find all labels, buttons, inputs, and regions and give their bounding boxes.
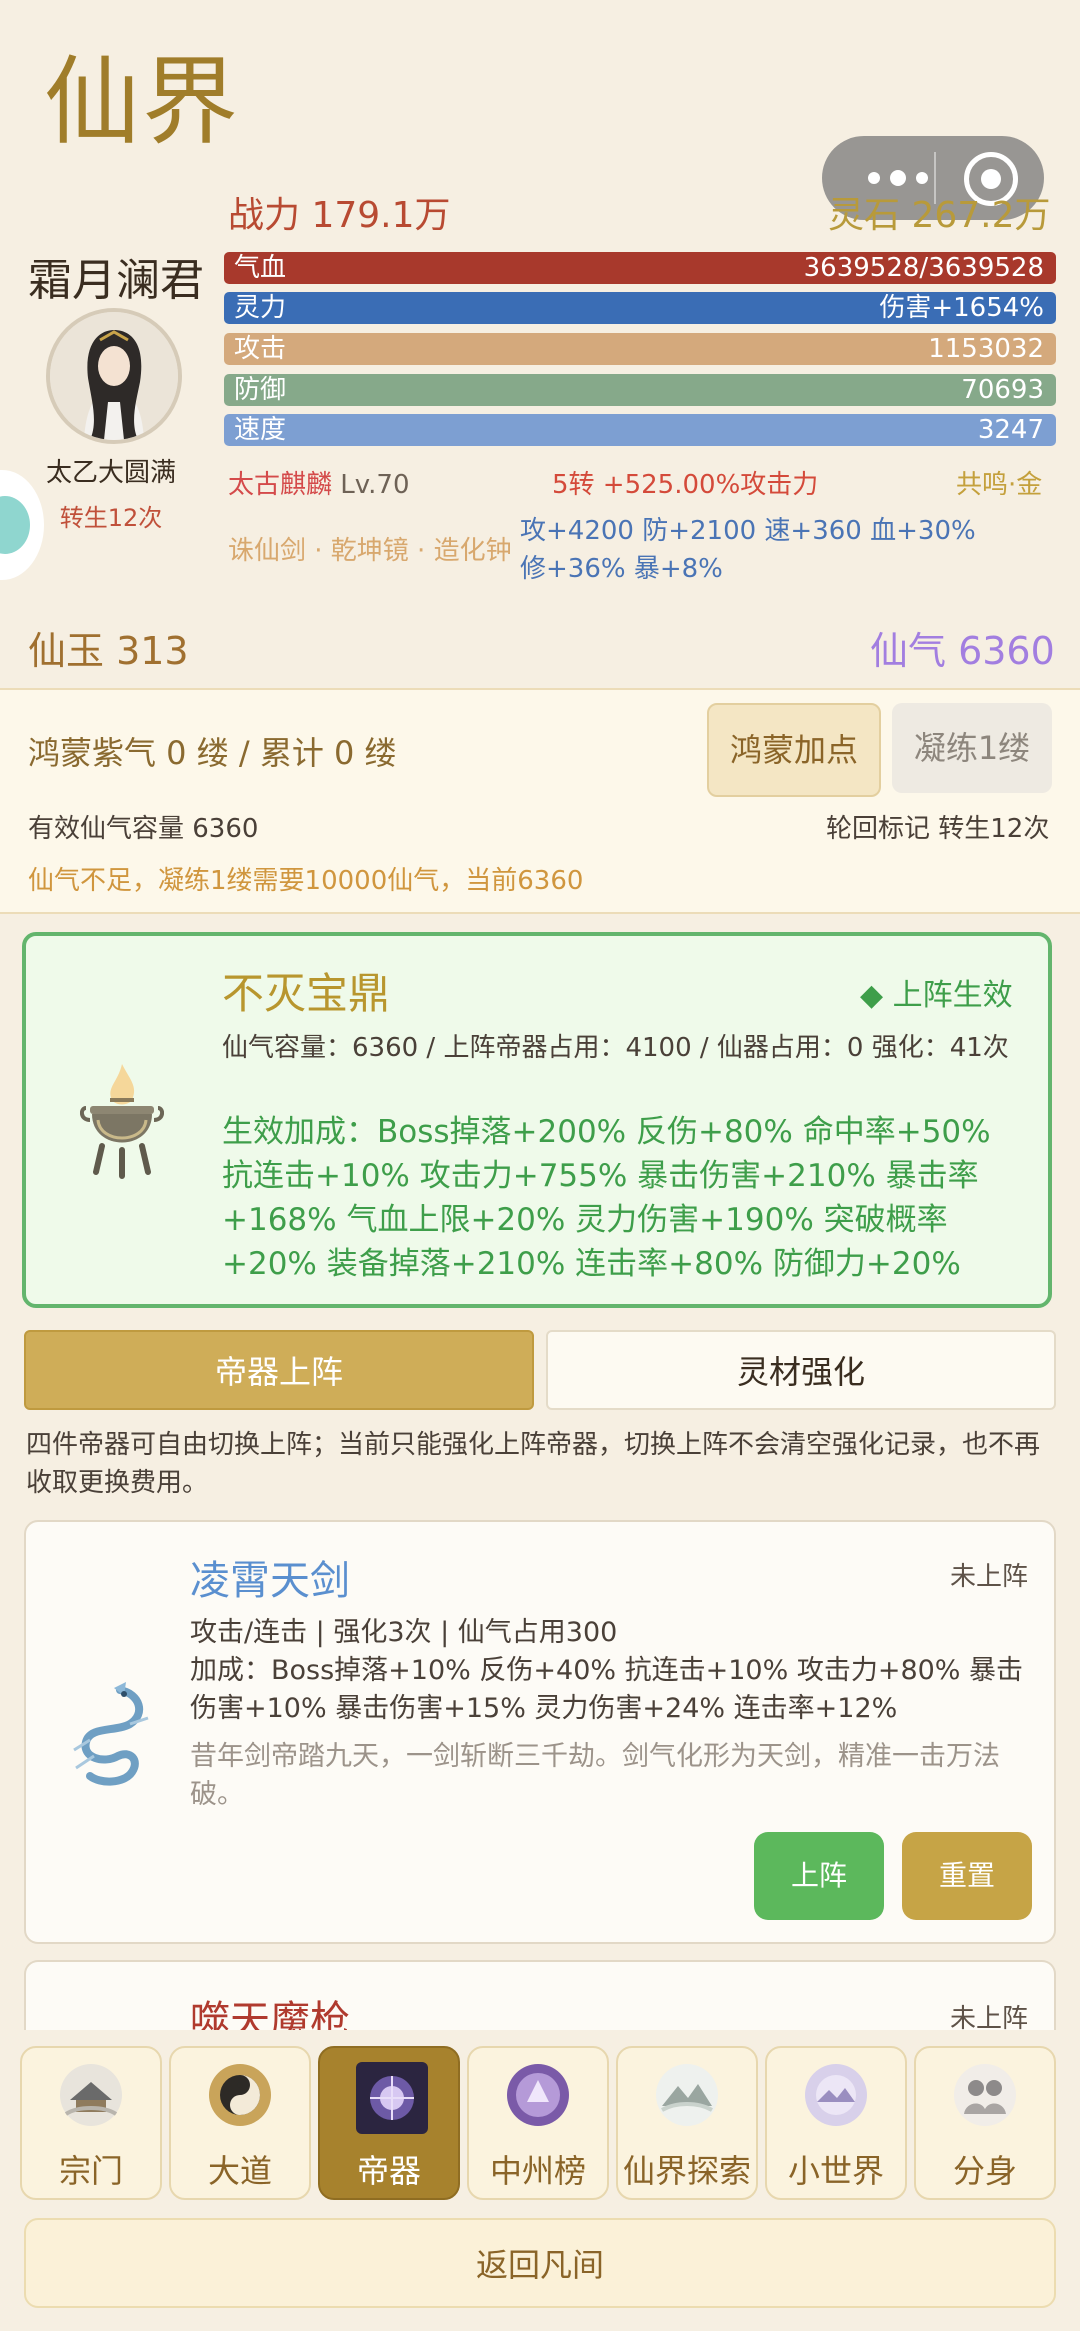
artifact-name: 不灭宝鼎	[222, 969, 391, 1018]
refine-button[interactable]: 凝练1缕	[892, 703, 1052, 793]
pet-transform-bonus: 5转 +525.00%攻击力	[552, 470, 819, 500]
warning-text: 仙气不足，凝练1缕需要10000仙气，当前6360	[28, 866, 584, 896]
nav-label: 中州榜	[489, 2152, 586, 2190]
pet-name: 太古麒麟	[228, 470, 333, 500]
item-bonus: 加成：Boss掉落+10% 反伤+40% 抗连击+10% 攻击力+80% 暴击伤…	[190, 1655, 1024, 1724]
small-world-icon	[803, 2062, 869, 2128]
artifact-icon	[356, 2062, 428, 2134]
stat-value: 70693	[961, 375, 1044, 405]
item-state: 未上阵	[950, 1562, 1029, 1592]
stat-label: 攻击	[234, 334, 287, 364]
honmeng-status: 鸿蒙紫气 0 缕 / 累计 0 缕	[28, 734, 397, 772]
stat-label: 灵力	[234, 293, 287, 323]
avatar[interactable]	[46, 308, 182, 444]
stat-value: 伤害+1654%	[879, 293, 1044, 323]
reset-button[interactable]: 重置	[902, 1832, 1032, 1920]
stat-value: 3247	[977, 415, 1044, 445]
treasure-bonus-line: 修+36% 暴+8%	[520, 554, 723, 584]
return-button[interactable]: 返回凡间	[24, 2218, 1056, 2308]
honmeng-add-button[interactable]: 鸿蒙加点	[707, 703, 881, 797]
nav-item-dao[interactable]: 大道	[169, 2046, 311, 2200]
nav-label: 宗门	[58, 2152, 123, 2190]
taiji-icon	[207, 2062, 273, 2128]
clone-icon	[952, 2062, 1018, 2128]
treasure-bonus: 攻+4200 防+2100 速+360 血+30% 修+36% 暴+8%	[520, 512, 976, 588]
stat-label: 气血	[234, 253, 287, 283]
sect-icon	[58, 2062, 124, 2128]
dragon-sword-icon	[60, 1680, 156, 1790]
active-status-badge: ◆ 上阵生效	[860, 978, 1013, 1013]
stat-label: 防御	[234, 375, 287, 405]
deploy-note: 四件帝器可自由切换上阵；当前只能强化上阵帝器，切换上阵不会清空强化记录，也不再收…	[26, 1430, 1041, 1498]
nav-label: 大道	[207, 2152, 272, 2190]
cauldron-icon	[79, 1060, 165, 1182]
nav-item-sect[interactable]: 宗门	[20, 2046, 162, 2200]
character-name: 霜月澜君	[28, 255, 204, 306]
realm-label: 太乙大圆满	[45, 458, 176, 488]
immortal-qi-count: 仙气 6360	[870, 629, 1055, 673]
tab-enhance[interactable]: 灵材强化	[546, 1330, 1056, 1410]
explore-icon	[654, 2062, 720, 2128]
nav-item-small-world[interactable]: 小世界	[765, 2046, 907, 2200]
artifact-info: 仙气容量：6360 / 上阵帝器占用：4100 / 仙器占用：0 强化：41次	[222, 1033, 1009, 1063]
deploy-button[interactable]: 上阵	[754, 1832, 884, 1920]
stat-value: 1153032	[928, 334, 1044, 364]
artifact-bonus: 生效加成：Boss掉落+200% 反伤+80% 命中率+50% 抗连击+10% …	[222, 1114, 991, 1282]
item-name: 凌霄天剑	[190, 1558, 350, 1604]
page-title: 仙界	[44, 46, 240, 158]
stat-value: 3639528/3639528	[803, 253, 1044, 283]
treasure-bonus-line: 攻+4200 防+2100 速+360 血+30%	[520, 516, 976, 546]
equipped-treasures: 诛仙剑 · 乾坤镜 · 造化钟	[228, 536, 512, 566]
stat-bar-defense: 防御 70693	[224, 374, 1056, 406]
stat-label: 速度	[234, 415, 287, 445]
stat-bar-speed: 速度 3247	[224, 414, 1056, 446]
combat-power: 战力 179.1万	[228, 195, 451, 236]
reincarnation-mark: 轮回标记 转生12次	[826, 814, 1050, 844]
pet-info[interactable]: 太古麒麟 Lv.70	[228, 464, 409, 501]
nav-label: 帝器	[356, 2152, 421, 2190]
nav-label: 小世界	[787, 2152, 884, 2190]
spirit-stone-count: 灵石 267.2万	[828, 195, 1051, 236]
pet-level: Lv.70	[340, 470, 410, 500]
tab-deploy[interactable]: 帝器上阵	[24, 1330, 534, 1410]
stat-bar-spirit: 灵力 伤害+1654%	[224, 292, 1056, 324]
artifact-item-card	[24, 1960, 1056, 2040]
nav-label: 分身	[952, 2152, 1017, 2190]
stat-bar-attack: 攻击 1153032	[224, 333, 1056, 365]
nav-item-ranking[interactable]: 中州榜	[467, 2046, 609, 2200]
jade-count: 仙玉 313	[28, 629, 189, 673]
item-description: 昔年剑帝踏九天，一剑斩断三千劫。剑气化形为天剑，精准一击万法破。	[190, 1741, 1000, 1810]
stat-bar-hp: 气血 3639528/3639528	[224, 252, 1056, 284]
ranking-icon	[505, 2062, 571, 2128]
nav-label: 仙界探索	[622, 2152, 751, 2190]
resonance-label: 共鸣·金	[956, 470, 1043, 500]
nav-item-clone[interactable]: 分身	[914, 2046, 1056, 2200]
nav-item-artifact[interactable]: 帝器	[318, 2046, 460, 2200]
nav-item-explore[interactable]: 仙界探索	[616, 2046, 758, 2200]
item-meta: 攻击/连击 | 强化3次 | 仙气占用300	[190, 1617, 618, 1648]
capacity-label: 有效仙气容量 6360	[28, 814, 259, 844]
